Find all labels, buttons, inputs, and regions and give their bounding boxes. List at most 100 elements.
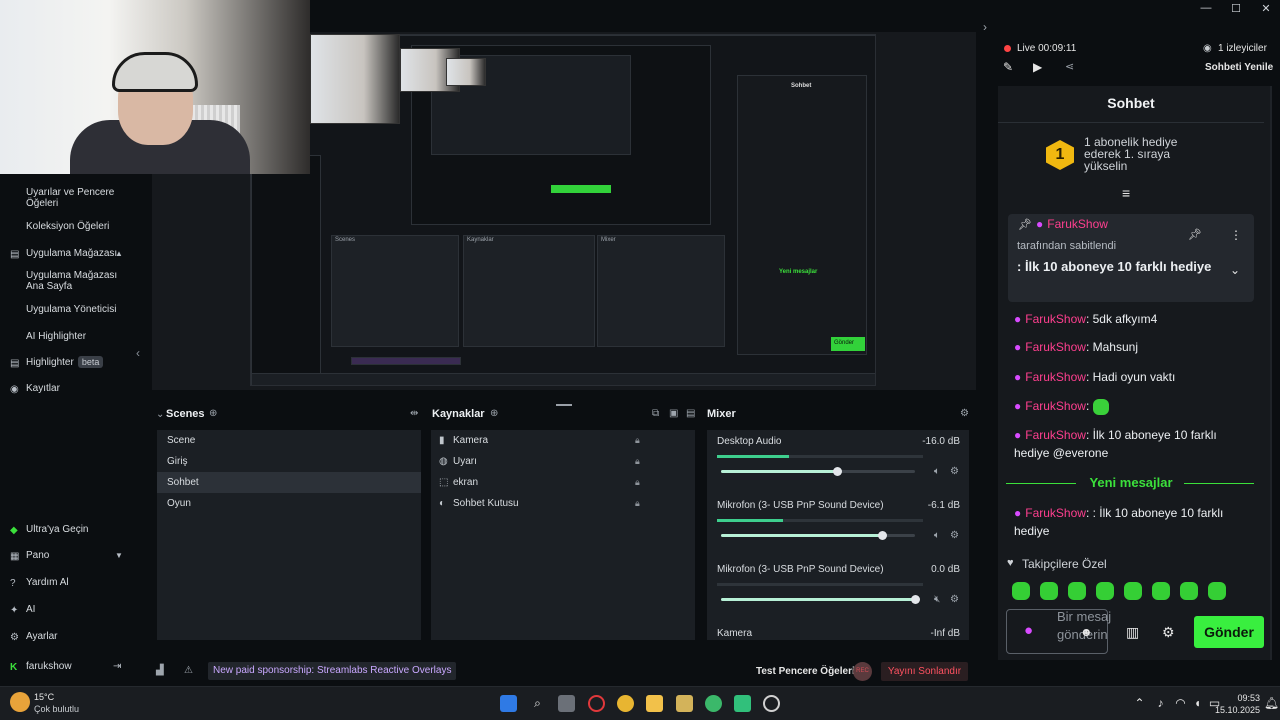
- sidebar-item-alerts-widgets[interactable]: Uyarılar ve Pencere Öğeleri: [0, 187, 134, 211]
- emote-icon[interactable]: [1152, 582, 1170, 600]
- source-item-chatbox[interactable]: ◐ Sohbet Kutusu 🔒︎: [431, 493, 695, 514]
- minimize-button[interactable]: —: [1200, 2, 1212, 15]
- streamlabs-icon[interactable]: [734, 695, 751, 712]
- opera-icon[interactable]: [588, 695, 605, 712]
- store-icon[interactable]: ▥: [1126, 624, 1139, 641]
- sponsor-notice[interactable]: New paid sponsorship: Streamlabs Reactiv…: [208, 662, 457, 680]
- scene-item[interactable]: Giriş: [157, 451, 421, 472]
- volume-slider[interactable]: [721, 531, 915, 540]
- end-stream-button[interactable]: Yayını Sonlandır: [881, 662, 968, 681]
- lock-icon[interactable]: 🔒︎: [635, 493, 640, 514]
- more-options-icon[interactable]: ⋮: [1230, 228, 1242, 242]
- clip-icon[interactable]: ▶: [1033, 60, 1042, 74]
- emote-icon[interactable]: [1040, 582, 1058, 600]
- emote-icon[interactable]: [1012, 582, 1030, 600]
- maximize-button[interactable]: ☐: [1230, 2, 1242, 15]
- chrome-icon[interactable]: [617, 695, 634, 712]
- gear-icon[interactable]: ⚙: [950, 594, 959, 605]
- username[interactable]: FarukShow: [1025, 399, 1086, 413]
- emote-icon[interactable]: [1068, 582, 1086, 600]
- record-button[interactable]: REC: [853, 662, 872, 681]
- username[interactable]: FarukShow: [1025, 370, 1086, 384]
- emoji-icon[interactable]: ☻: [1080, 625, 1093, 639]
- emote-icon[interactable]: [1180, 582, 1198, 600]
- message-text: : Mahsunj: [1085, 340, 1138, 354]
- share-icon[interactable]: ⋖: [1065, 60, 1074, 73]
- source-item-screen[interactable]: ⬚ ekran 🔒︎: [431, 472, 695, 493]
- source-settings-icon[interactable]: ⧉: [652, 408, 659, 419]
- close-button[interactable]: ✕: [1260, 2, 1272, 15]
- speaker-icon[interactable]: 🔈︎: [934, 466, 940, 477]
- source-item-alert[interactable]: ◍ Uyarı 🔒︎: [431, 451, 695, 472]
- source-folder-icon[interactable]: ▣: [669, 408, 678, 419]
- preview-scenes-label: Scenes: [335, 237, 356, 243]
- sidebar-item-label: Kayıtlar: [26, 383, 60, 394]
- notification-icon[interactable]: 🔔︎: [1263, 695, 1280, 712]
- gear-icon: ⚙: [10, 632, 19, 643]
- chevron-down-icon[interactable]: ⌄: [156, 409, 164, 420]
- username[interactable]: FarukShow: [1025, 428, 1086, 442]
- emote-icon[interactable]: [1208, 582, 1226, 600]
- chevron-down-icon[interactable]: ⌄: [1230, 263, 1240, 277]
- scene-item[interactable]: Oyun: [157, 493, 421, 514]
- volume-slider[interactable]: [721, 595, 920, 604]
- tray-chevron-icon[interactable]: ⌃: [1131, 695, 1148, 712]
- slider-knob[interactable]: [911, 595, 920, 604]
- expand-icon[interactable]: ≡: [1122, 185, 1130, 201]
- username[interactable]: FarukShow: [1025, 312, 1086, 326]
- scene-item-selected[interactable]: Sohbet: [157, 472, 421, 493]
- stats-icon[interactable]: ▟: [156, 665, 164, 676]
- weather-temp[interactable]: 15°C: [34, 692, 54, 702]
- logout-icon[interactable]: ⇥: [113, 661, 121, 672]
- emote-icon[interactable]: [1096, 582, 1114, 600]
- speaker-icon[interactable]: 🔈︎: [934, 530, 940, 541]
- slider-knob[interactable]: [878, 531, 888, 540]
- volume-slider[interactable]: [721, 467, 915, 476]
- lock-icon[interactable]: 🔒︎: [635, 472, 640, 493]
- lock-icon[interactable]: 🔒︎: [635, 430, 640, 451]
- new-messages-divider: Yeni mesajlar: [1089, 475, 1173, 490]
- notepad-icon[interactable]: [676, 695, 693, 712]
- gear-icon[interactable]: ⚙: [950, 530, 959, 541]
- lock-icon[interactable]: 🔒︎: [635, 451, 640, 472]
- wifi-icon[interactable]: ◠: [1172, 695, 1189, 712]
- clock-date[interactable]: 15.10.2025: [1200, 705, 1260, 715]
- source-item-camera[interactable]: ▮ Kamera 🔒︎: [431, 430, 695, 451]
- emote-icon[interactable]: [1124, 582, 1142, 600]
- refresh-chat-button[interactable]: Sohbeti Yenile: [1205, 62, 1273, 73]
- unpin-icon[interactable]: 📌︎: [1188, 228, 1202, 241]
- username[interactable]: FarukShow: [1025, 506, 1086, 520]
- collapse-sidebar-icon[interactable]: ‹: [136, 346, 140, 360]
- add-scene-icon[interactable]: ⊕: [209, 408, 217, 419]
- microphone-icon[interactable]: ♪: [1152, 695, 1169, 712]
- alert-icon[interactable]: ⚠: [184, 665, 193, 676]
- chat-scrollbar[interactable]: [1270, 86, 1272, 660]
- gear-icon[interactable]: ⚙: [1162, 624, 1175, 641]
- search-icon[interactable]: ⌕: [529, 695, 546, 712]
- edit-icon[interactable]: ✎: [1003, 60, 1013, 74]
- file-explorer-icon[interactable]: [646, 695, 663, 712]
- add-source-icon[interactable]: ⊕: [490, 408, 498, 419]
- muted-speaker-icon[interactable]: 🔇︎: [934, 594, 940, 605]
- obs-icon[interactable]: [763, 695, 780, 712]
- clock-time[interactable]: 09:53: [1220, 693, 1260, 703]
- dock-resize-handle[interactable]: [556, 404, 572, 406]
- start-menu-icon[interactable]: [500, 695, 517, 712]
- mic-icon[interactable]: ●: [1024, 622, 1033, 639]
- username[interactable]: FarukShow: [1025, 340, 1086, 354]
- task-view-icon[interactable]: [558, 695, 575, 712]
- send-button[interactable]: Gönder: [1194, 616, 1264, 648]
- gear-icon[interactable]: ⚙: [950, 466, 959, 477]
- chrome-alt-icon[interactable]: [705, 695, 722, 712]
- emote-icon: [1092, 398, 1109, 415]
- chevron-right-icon[interactable]: ›: [983, 20, 987, 34]
- source-group-icon[interactable]: ▤: [686, 408, 695, 419]
- test-widgets-button[interactable]: Test Pencere Öğeleri: [756, 666, 855, 677]
- username[interactable]: FarukShow: [1047, 217, 1108, 231]
- weather-desc[interactable]: Çok bulutlu: [34, 704, 79, 714]
- camera-icon: ▮: [439, 435, 445, 446]
- scene-transition-icon[interactable]: ⇹: [410, 408, 418, 419]
- webcam-echo-1: [310, 34, 400, 124]
- scene-item[interactable]: Scene: [157, 430, 421, 451]
- mixer-settings-icon[interactable]: ⚙: [960, 408, 969, 419]
